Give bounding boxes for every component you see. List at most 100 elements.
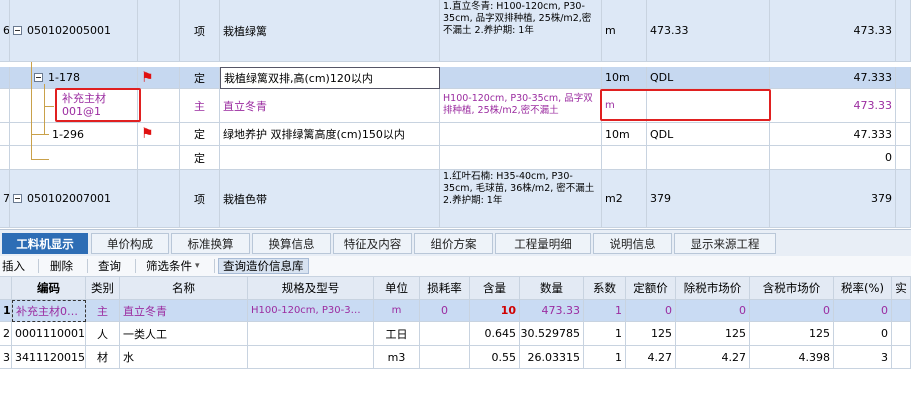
header-unit[interactable]: 单位 xyxy=(374,277,420,300)
material-market-price-ex-tax[interactable]: 125 xyxy=(676,322,750,346)
qty-cell[interactable]: 0 xyxy=(770,146,896,170)
qty-cell[interactable]: 47.333 xyxy=(770,123,896,146)
query-price-info-button[interactable]: 查询造价信息库 xyxy=(218,258,309,274)
material-name[interactable]: 一类人工 xyxy=(120,322,248,346)
name-cell[interactable]: 绿地养护 双排绿篱高度(cm)150以内 xyxy=(220,123,440,146)
material-quota-price[interactable]: 0 xyxy=(626,300,676,322)
tab-conversion-info[interactable]: 换算信息 xyxy=(252,233,331,254)
qty-expr-cell[interactable]: QDL xyxy=(647,67,770,89)
material-name[interactable]: 水 xyxy=(120,346,248,369)
material-quantity[interactable]: 473.33 xyxy=(520,300,584,322)
unit-cell[interactable] xyxy=(602,146,647,170)
material-content[interactable]: 10 xyxy=(470,300,520,322)
material-tax-rate[interactable]: 3 xyxy=(834,346,892,369)
material-spec[interactable] xyxy=(248,346,374,369)
material-quota-price[interactable]: 125 xyxy=(626,322,676,346)
collapse-box-icon[interactable] xyxy=(13,26,22,35)
code-cell[interactable]: 050102007001 xyxy=(10,170,138,228)
tab-source-project[interactable]: 显示来源工程 xyxy=(674,233,776,254)
table-row[interactable]: 7 050102007001 项 栽植色带 1.红叶石楠: H35-40cm, … xyxy=(0,170,911,228)
header-loss-rate[interactable]: 损耗率 xyxy=(420,277,470,300)
tab-unit-price-composition[interactable]: 单价构成 xyxy=(91,233,169,254)
name-cell[interactable]: 栽植色带 xyxy=(220,170,440,228)
header-actual[interactable]: 实 xyxy=(892,277,911,300)
material-name[interactable]: 直立冬青 xyxy=(120,300,248,322)
material-market-price-ex-tax[interactable]: 0 xyxy=(676,300,750,322)
unit-cell[interactable]: m2 xyxy=(602,170,647,228)
qty-cell[interactable]: 47.333 xyxy=(770,67,896,89)
code-cell[interactable]: 1-296 xyxy=(10,123,138,146)
material-category[interactable]: 人 xyxy=(86,322,120,346)
insert-button[interactable]: 插入 xyxy=(2,258,25,274)
material-quantity[interactable]: 26.03315 xyxy=(520,346,584,369)
table-row[interactable]: 1-296 ⚑ 定 绿地养护 双排绿篱高度(cm)150以内 10m QDL 4… xyxy=(0,123,911,146)
table-row[interactable]: 1 补充主材0… 主 直立冬青 H100-120cm, P30-3… m 0 1… xyxy=(0,300,911,322)
collapse-box-icon[interactable] xyxy=(13,194,22,203)
material-unit[interactable]: m3 xyxy=(374,346,420,369)
spec-cell[interactable] xyxy=(440,123,602,146)
tab-material-display[interactable]: 工料机显示 xyxy=(2,233,88,254)
code-cell[interactable]: 050102005001 xyxy=(10,0,138,62)
material-loss-rate[interactable]: 0 xyxy=(420,300,470,322)
material-actual[interactable] xyxy=(892,300,911,322)
material-unit[interactable]: 工日 xyxy=(374,322,420,346)
tab-features-content[interactable]: 特征及内容 xyxy=(333,233,412,254)
qty-expr-cell[interactable]: 379 xyxy=(647,170,770,228)
material-coefficient[interactable]: 1 xyxy=(584,346,626,369)
material-market-price-in-tax[interactable]: 4.398 xyxy=(750,346,834,369)
name-cell[interactable]: 栽植绿篱双排,高(cm)120以内 xyxy=(220,67,440,89)
spec-cell[interactable]: 1.直立冬青: H100-120cm, P30-35cm, 品字双排种植, 25… xyxy=(440,0,602,62)
qty-cell[interactable]: 473.33 xyxy=(770,0,896,62)
material-tax-rate[interactable]: 0 xyxy=(834,300,892,322)
material-market-price-ex-tax[interactable]: 4.27 xyxy=(676,346,750,369)
header-content[interactable]: 含量 xyxy=(470,277,520,300)
table-row[interactable]: 1-178 ⚑ 定 栽植绿篱双排,高(cm)120以内 10m QDL 47.3… xyxy=(0,67,911,89)
qty-cell[interactable]: 379 xyxy=(770,170,896,228)
spec-cell[interactable]: 1.红叶石楠: H35-40cm, P30-35cm, 毛球苗, 36株/m2,… xyxy=(440,170,602,228)
header-category[interactable]: 类别 xyxy=(86,277,120,300)
header-code[interactable]: 编码 xyxy=(12,277,86,300)
material-loss-rate[interactable] xyxy=(420,346,470,369)
header-market-price-ex-tax[interactable]: 除税市场价 xyxy=(676,277,750,300)
spec-cell[interactable]: H100-120cm, P30-35cm, 品字双排种植, 25株/m2,密不漏… xyxy=(440,89,602,123)
tab-description[interactable]: 说明信息 xyxy=(593,233,672,254)
code-cell[interactable] xyxy=(10,146,138,170)
material-unit[interactable]: m xyxy=(374,300,420,322)
tab-quantity-details[interactable]: 工程量明细 xyxy=(495,233,591,254)
material-coefficient[interactable]: 1 xyxy=(584,322,626,346)
material-content[interactable]: 0.645 xyxy=(470,322,520,346)
qty-expr-cell[interactable] xyxy=(647,146,770,170)
table-row[interactable]: 补充主材 001@1 主 直立冬青 H100-120cm, P30-35cm, … xyxy=(0,89,911,123)
name-cell[interactable]: 直立冬青 xyxy=(220,89,440,123)
name-cell[interactable]: 栽植绿篱 xyxy=(220,0,440,62)
qty-cell[interactable]: 473.33 xyxy=(770,89,896,123)
unit-cell[interactable]: 10m xyxy=(602,123,647,146)
material-category[interactable]: 材 xyxy=(86,346,120,369)
unit-cell[interactable]: m xyxy=(602,0,647,62)
material-actual[interactable] xyxy=(892,346,911,369)
header-coefficient[interactable]: 系数 xyxy=(584,277,626,300)
name-cell[interactable] xyxy=(220,146,440,170)
header-quota-price[interactable]: 定额价 xyxy=(626,277,676,300)
material-content[interactable]: 0.55 xyxy=(470,346,520,369)
tab-standard-conversion[interactable]: 标准换算 xyxy=(171,233,250,254)
delete-button[interactable]: 删除 xyxy=(50,258,73,274)
material-coefficient[interactable]: 1 xyxy=(584,300,626,322)
query-button[interactable]: 查询 xyxy=(98,258,121,274)
header-quantity[interactable]: 数量 xyxy=(520,277,584,300)
code-cell[interactable]: 1-178 xyxy=(10,67,138,89)
material-spec[interactable] xyxy=(248,322,374,346)
table-row[interactable]: 6 050102005001 项 栽植绿篱 1.直立冬青: H100-120cm… xyxy=(0,0,911,62)
header-spec[interactable]: 规格及型号 xyxy=(248,277,374,300)
header-name[interactable]: 名称 xyxy=(120,277,248,300)
table-row[interactable]: 3 3411120015 材 水 m3 0.55 26.03315 1 4.27… xyxy=(0,346,911,369)
qty-expr-cell[interactable]: QDL xyxy=(647,123,770,146)
material-loss-rate[interactable] xyxy=(420,322,470,346)
spec-cell[interactable] xyxy=(440,146,602,170)
spec-cell[interactable] xyxy=(440,67,602,89)
unit-cell[interactable]: m xyxy=(602,89,647,123)
material-spec[interactable]: H100-120cm, P30-3… xyxy=(248,300,374,322)
material-quota-price[interactable]: 4.27 xyxy=(626,346,676,369)
material-market-price-in-tax[interactable]: 125 xyxy=(750,322,834,346)
filter-dropdown[interactable]: 筛选条件 ▾ xyxy=(146,258,200,274)
